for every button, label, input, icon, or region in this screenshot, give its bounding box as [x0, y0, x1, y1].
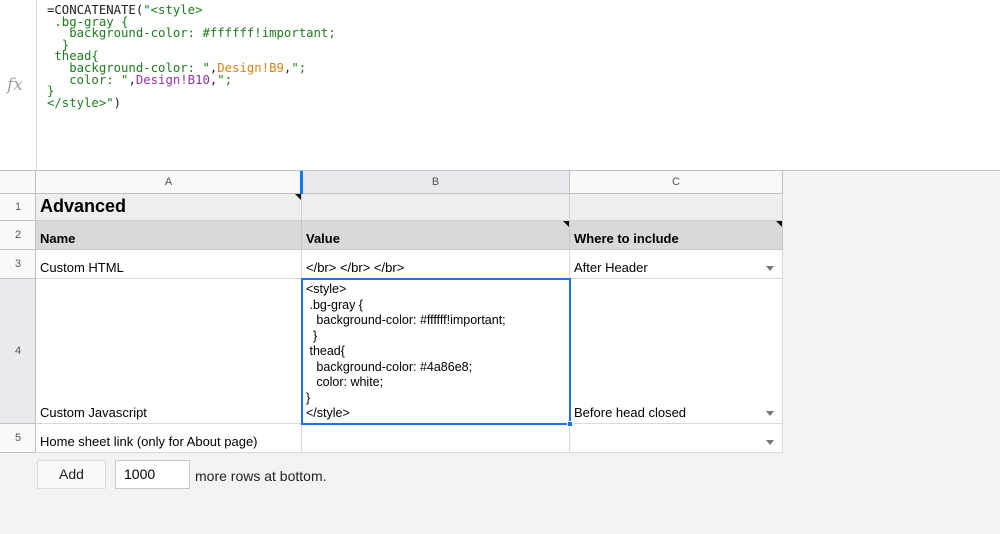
- formula-text[interactable]: =CONCATENATE("<style> .bg-gray { backgro…: [47, 3, 336, 110]
- note-marker: [563, 221, 569, 227]
- formula-bar[interactable]: fx =CONCATENATE("<style> .bg-gray { back…: [0, 0, 1000, 171]
- cell-a3[interactable]: Custom HTML: [36, 250, 302, 279]
- note-marker: [295, 194, 301, 200]
- column-header-b[interactable]: B: [300, 171, 570, 194]
- cell-c3[interactable]: After Header: [570, 250, 783, 279]
- formula-line: color: ",Design!B10,";: [47, 72, 336, 87]
- formula-token: Design!B10: [135, 72, 210, 87]
- cell-b1[interactable]: [302, 194, 570, 221]
- row-header-4[interactable]: 4: [0, 279, 36, 424]
- column-header-c[interactable]: C: [570, 171, 783, 194]
- dropdown-arrow-icon[interactable]: [766, 411, 774, 416]
- fill-handle[interactable]: [567, 421, 573, 427]
- formula-token: ";: [291, 60, 307, 75]
- select-all-corner[interactable]: [0, 171, 36, 194]
- add-rows-button[interactable]: Add: [37, 460, 106, 489]
- dropdown-arrow-icon[interactable]: [766, 440, 774, 445]
- formula-token: </style>": [47, 95, 114, 110]
- formula-line: background-color: #ffffff!important;: [47, 26, 336, 41]
- cell-b2[interactable]: Value: [302, 221, 570, 250]
- cell-a5[interactable]: Home sheet link (only for About page): [36, 424, 302, 453]
- dropdown-arrow-icon[interactable]: [766, 266, 774, 271]
- formula-token: ";: [217, 72, 233, 87]
- formula-token: background-color: #ffffff!important;: [47, 26, 336, 41]
- formula-token: ,: [128, 72, 136, 87]
- row-header-2[interactable]: 2: [0, 221, 36, 250]
- cell-a4[interactable]: Custom Javascript: [36, 279, 302, 424]
- cell-c2[interactable]: Where to include: [570, 221, 783, 250]
- formula-token: "<style>: [143, 3, 203, 17]
- rows-count-input[interactable]: 1000: [115, 460, 190, 489]
- row-header-5[interactable]: 5: [0, 424, 36, 453]
- cell-c1[interactable]: [570, 194, 783, 221]
- row-header-3[interactable]: 3: [0, 250, 36, 279]
- cell-a1[interactable]: Advanced: [36, 194, 302, 221]
- formula-token: color: ": [47, 72, 129, 87]
- row-header-1[interactable]: 1: [0, 194, 36, 221]
- cell-b4[interactable]: <style> .bg-gray { background-color: #ff…: [301, 278, 571, 425]
- rows-label: more rows at bottom.: [195, 468, 327, 484]
- fx-icon: fx: [0, 0, 37, 170]
- formula-token: ): [113, 95, 122, 110]
- cell-b5[interactable]: [302, 424, 570, 453]
- note-marker: [776, 221, 782, 227]
- formula-line: </style>"): [47, 95, 336, 110]
- cell-a2[interactable]: Name: [36, 221, 302, 250]
- column-header-a[interactable]: A: [36, 171, 302, 194]
- cell-c5[interactable]: [570, 424, 783, 453]
- cell-c4[interactable]: Before head closed: [570, 279, 783, 424]
- spreadsheet-grid: A B C 1 2 3 4 5 Advanced Name Value Wher…: [0, 171, 1000, 534]
- cell-b3[interactable]: </br> </br> </br>: [302, 250, 570, 279]
